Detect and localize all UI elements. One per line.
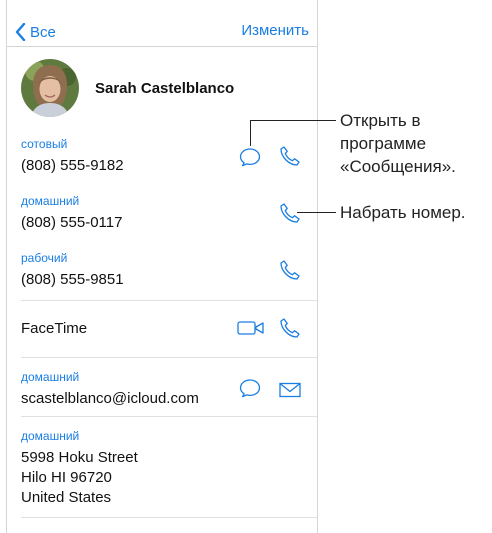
back-button[interactable]: Все — [15, 20, 56, 44]
callout-leader-messages — [250, 120, 336, 121]
facetime-label: FaceTime — [21, 320, 88, 337]
email-row[interactable]: домашний scastelblanco@icloud.com — [21, 358, 317, 416]
address-row[interactable]: домашний 5998 Hoku Street Hilo HI 96720 … — [21, 417, 317, 517]
address-line: United States — [21, 489, 112, 506]
envelope-icon[interactable] — [279, 382, 301, 403]
address-line: 5998 Hoku Street — [21, 449, 138, 466]
field-label: рабочий — [21, 251, 68, 265]
phone-number: (808) 555-9182 — [21, 157, 124, 174]
phone-row-mobile[interactable]: сотовый (808) 555-9182 — [21, 129, 317, 185]
row-separator — [21, 517, 317, 518]
address-line: Hilo HI 96720 — [21, 469, 112, 486]
callout-messages: Открыть в программе «Сообщения». — [340, 109, 456, 178]
edit-button[interactable]: Изменить — [241, 22, 309, 39]
field-label: сотовый — [21, 137, 68, 151]
phone-number: (808) 555-9851 — [21, 271, 124, 288]
callout-line-text: программе — [340, 134, 427, 153]
navbar-separator — [7, 46, 317, 47]
phone-row-work[interactable]: рабочий (808) 555-9851 — [21, 244, 317, 300]
chevron-left-icon — [15, 23, 26, 41]
callout-dial: Набрать номер. — [340, 203, 466, 222]
navigation-bar: Все Изменить — [7, 0, 317, 44]
callout-line-text: Открыть в — [340, 111, 421, 130]
field-label: домашний — [21, 370, 80, 384]
field-label: домашний — [21, 429, 80, 443]
contact-name: Sarah Castelblanco — [95, 80, 235, 97]
phone-number: (808) 555-0117 — [21, 214, 123, 231]
callout-leader-messages — [250, 120, 251, 146]
phone-icon[interactable] — [279, 317, 301, 344]
phone-icon[interactable] — [279, 259, 301, 286]
facetime-row[interactable]: FaceTime — [21, 301, 317, 357]
message-bubble-icon[interactable] — [239, 378, 261, 403]
contact-header: Sarah Castelblanco — [7, 53, 317, 123]
phone-row-home[interactable]: домашний (808) 555-0117 — [21, 187, 317, 243]
callout-leader-dial — [297, 212, 336, 213]
phone-icon[interactable] — [279, 202, 301, 229]
video-camera-icon[interactable] — [237, 320, 265, 341]
contact-card-screen: Все Изменить Sarah Castelblanco сотовый … — [6, 0, 318, 533]
back-label: Все — [30, 23, 56, 41]
email-address: scastelblanco@icloud.com — [21, 390, 199, 407]
callout-line-text: «Сообщения». — [340, 157, 456, 176]
phone-icon[interactable] — [279, 145, 301, 172]
message-bubble-icon[interactable] — [239, 147, 261, 172]
avatar[interactable] — [21, 59, 79, 117]
field-label: домашний — [21, 194, 80, 208]
